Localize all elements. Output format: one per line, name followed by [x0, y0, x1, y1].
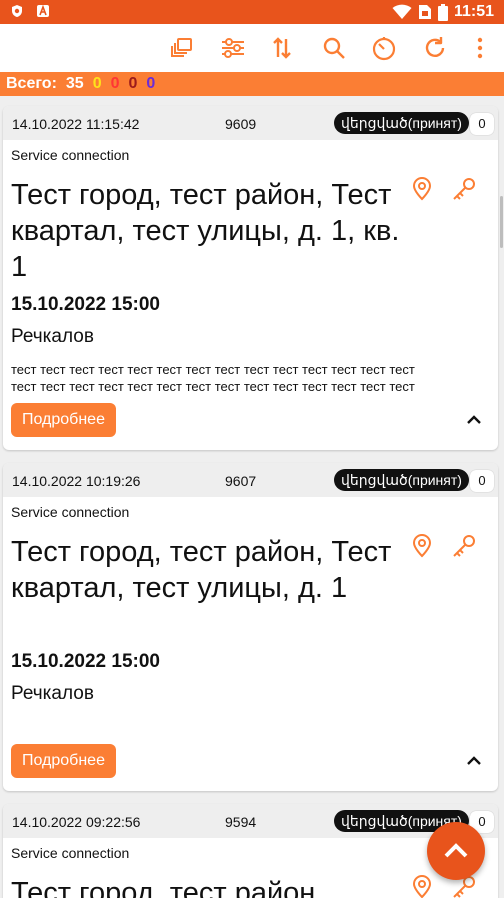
assignee: Речкалов — [11, 326, 94, 347]
count-badge: 0 — [470, 470, 494, 492]
battery-icon — [437, 3, 448, 21]
status-badge: վերցված(принят) — [334, 469, 469, 491]
chevron-up-icon — [444, 843, 468, 858]
address: Тест город, тест район, Тест квартал, те… — [11, 179, 400, 283]
note-line: тест тест тест тест тест тест тест тест … — [11, 362, 415, 377]
due-datetime: 15.10.2022 15:00 — [11, 294, 160, 315]
summary-count-yellow: 0 — [92, 75, 102, 92]
toolbar — [0, 24, 504, 72]
order-card[interactable]: 14.10.2022 10:19:26 9607 վերցված(принят)… — [3, 463, 498, 791]
summary-count-red: 0 — [110, 75, 120, 92]
details-button[interactable]: Подробнее — [11, 744, 116, 778]
orders-list[interactable]: 14.10.2022 11:15:42 9609 վերցված(принят)… — [0, 96, 504, 898]
order-card[interactable]: 14.10.2022 09:22:56 9594 վերցված(принят)… — [3, 804, 498, 898]
order-datetime: 14.10.2022 09:22:56 — [12, 814, 141, 830]
status-badge: վերցված(принят) — [334, 112, 469, 134]
card-header: 14.10.2022 09:22:56 9594 վերցված(принят)… — [3, 804, 498, 838]
service-type: Service connection — [11, 845, 130, 861]
service-type: Service connection — [11, 504, 130, 520]
details-button[interactable]: Подробнее — [11, 403, 116, 437]
more-vert-icon[interactable] — [466, 34, 494, 62]
address: Тест город, тест район, Тест квартал, те… — [11, 536, 392, 604]
location-pin-icon[interactable] — [409, 533, 435, 559]
summary-total: 35 — [65, 75, 84, 92]
scrollbar-thumb[interactable] — [500, 196, 503, 248]
chevron-up-icon[interactable] — [464, 410, 484, 430]
wifi-icon — [392, 4, 412, 19]
location-pin-icon[interactable] — [409, 176, 435, 202]
assignee: Речкалов — [11, 683, 94, 704]
clock: 11:51 — [453, 3, 494, 20]
sort-icon[interactable] — [268, 34, 296, 62]
count-badge: 0 — [470, 113, 494, 135]
search-icon[interactable] — [320, 34, 348, 62]
status-bar: 11:51 — [0, 0, 504, 24]
card-header: 14.10.2022 11:15:42 9609 վերցված(принят)… — [3, 106, 498, 140]
order-datetime: 14.10.2022 10:19:26 — [12, 473, 141, 489]
scroll-top-button[interactable] — [427, 822, 485, 880]
layers-icon[interactable] — [168, 34, 196, 62]
sim-icon — [418, 5, 431, 19]
summary-count-darkred: 0 — [128, 75, 138, 92]
chevron-up-icon[interactable] — [464, 751, 484, 771]
order-number: 9594 — [225, 814, 257, 830]
refresh-icon[interactable] — [421, 34, 449, 62]
service-type: Service connection — [11, 147, 130, 163]
app-icon — [37, 4, 49, 17]
note-line: тест тест тест тест тест тест тест тест … — [11, 379, 415, 394]
order-datetime: 14.10.2022 11:15:42 — [12, 116, 140, 132]
summary-label: Всего: — [6, 75, 57, 92]
shield-icon — [12, 5, 22, 17]
card-header: 14.10.2022 10:19:26 9607 վերցված(принят)… — [3, 463, 498, 497]
order-card[interactable]: 14.10.2022 11:15:42 9609 վերցված(принят)… — [3, 106, 498, 450]
order-number: 9609 — [225, 116, 257, 132]
location-pin-icon[interactable] — [409, 874, 435, 898]
summary-bar: Всего: 35 0 0 0 0 — [0, 72, 504, 96]
key-icon[interactable] — [451, 533, 477, 559]
order-number: 9607 — [225, 473, 257, 489]
timer-icon[interactable] — [370, 34, 398, 62]
sliders-icon[interactable] — [219, 34, 247, 62]
due-datetime: 15.10.2022 15:00 — [11, 651, 160, 672]
summary-count-purple: 0 — [146, 75, 156, 92]
address: Тест город, тест район, — [11, 877, 324, 898]
key-icon[interactable] — [451, 176, 477, 202]
